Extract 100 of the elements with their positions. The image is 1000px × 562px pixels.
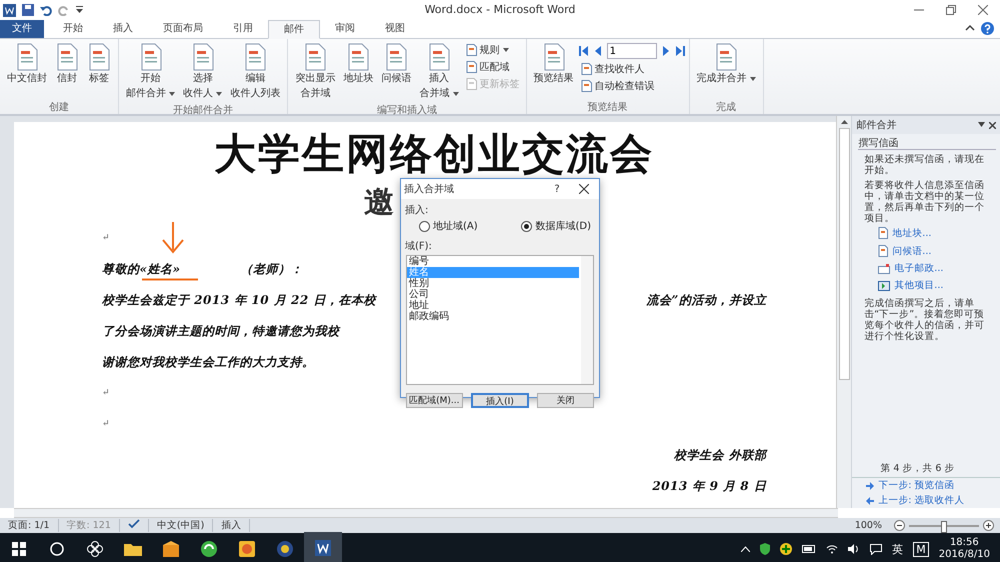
word-icon[interactable] <box>314 539 332 557</box>
insert-mode[interactable]: 插入 <box>213 519 250 532</box>
zoom-slider-thumb[interactable] <box>941 520 947 532</box>
list-item[interactable]: 公司 <box>407 289 579 300</box>
group-label: 开始邮件合并 <box>172 104 234 117</box>
document-icon <box>15 43 39 71</box>
first-record-icon[interactable] <box>578 46 588 56</box>
list-item[interactable]: 邮政编码 <box>407 311 579 322</box>
pinwheel-icon[interactable] <box>87 541 103 557</box>
ribbon-button[interactable]: 规则 <box>464 43 522 57</box>
next-record-icon[interactable] <box>662 46 671 56</box>
list-item[interactable]: 地址 <box>407 300 579 311</box>
scrollbar-thumb[interactable] <box>838 128 850 380</box>
radio-option[interactable]: 数据库域(D) <box>521 219 591 233</box>
language-indicator[interactable]: 中文(中国) <box>148 519 214 532</box>
list-item[interactable]: 性别 <box>407 278 579 289</box>
pane-link[interactable]: 问候语... <box>892 246 932 256</box>
body-text: 校学生会兹定于 2013 年 10 月 22 日，在本校 <box>102 292 376 308</box>
group-label: 预览结果 <box>586 100 629 114</box>
caret-icon <box>216 92 222 96</box>
windows-icon[interactable] <box>12 542 26 556</box>
ribbon-button[interactable]: 预览结果 <box>530 41 577 100</box>
scroll-up-icon[interactable] <box>840 120 848 124</box>
input-language[interactable]: 英 <box>892 542 904 556</box>
list-item[interactable]: 编号 <box>407 256 579 267</box>
wifi-icon[interactable] <box>826 544 838 554</box>
clock[interactable]: 18:56 2016/8/10 <box>938 537 990 561</box>
close-icon[interactable] <box>579 184 589 194</box>
ribbon-tab[interactable]: 引用 <box>218 20 268 38</box>
restore-icon[interactable] <box>946 5 956 15</box>
section-label: 插入: <box>404 204 430 217</box>
dialog-button[interactable]: 关闭 <box>537 393 594 408</box>
ribbon-button[interactable]: 查找收件人 <box>578 62 685 76</box>
help-icon[interactable] <box>981 22 994 35</box>
globe-icon[interactable] <box>200 540 218 558</box>
horizontal-scrollbar[interactable] <box>14 508 838 518</box>
word-count: 字数: 121 <box>58 519 120 532</box>
close-icon[interactable] <box>978 5 988 15</box>
save-icon[interactable] <box>22 4 34 16</box>
ribbon-tab[interactable]: 插入 <box>98 20 148 38</box>
group-label: 编写和插入域 <box>376 104 438 117</box>
ribbon-button[interactable]: 突出显示 合并域 <box>292 41 338 103</box>
close-icon[interactable] <box>989 122 996 128</box>
ribbon-button[interactable]: 编辑 收件人列表 <box>227 41 284 103</box>
zoom-level[interactable]: 100% <box>846 520 890 531</box>
ribbon-button[interactable]: 标签 <box>84 41 114 100</box>
instruction-text: 如果还未撰写信函，请现在开始。 <box>863 153 986 176</box>
right-arrow-icon <box>866 482 874 490</box>
message-icon[interactable] <box>870 544 882 554</box>
customize-icon[interactable] <box>76 6 83 14</box>
ribbon-tab[interactable]: 开始 <box>48 20 98 38</box>
ribbon-tab[interactable]: 页面布局 <box>148 20 218 38</box>
pane-link[interactable]: 地址块... <box>892 228 932 238</box>
input-mode[interactable]: M <box>913 542 929 556</box>
ribbon-button[interactable]: 信封 <box>52 41 82 100</box>
ribbon-button[interactable]: 匹配域 <box>464 60 522 74</box>
ribbon-button[interactable]: 问候语 <box>378 41 414 103</box>
dialog-button[interactable]: 插入(I) <box>470 393 530 408</box>
proofing-icon[interactable] <box>128 519 140 529</box>
ribbon-tab[interactable]: 邮件 <box>268 20 320 39</box>
step-link[interactable]: 上一步: 选取收件人 <box>878 495 965 506</box>
document-icon <box>243 43 268 71</box>
battery-icon[interactable] <box>802 545 816 553</box>
ribbon-tab[interactable]: 视图 <box>370 20 420 38</box>
scrollbar[interactable] <box>581 256 593 384</box>
step-link[interactable]: 下一步: 预览信函 <box>878 480 955 491</box>
search-icon[interactable] <box>50 542 64 556</box>
pane-link[interactable]: 其他项目... <box>894 280 944 291</box>
shield-icon[interactable] <box>760 543 770 555</box>
salutation-text: 尊敬的 <box>102 260 140 276</box>
round-badge-icon[interactable] <box>276 540 294 558</box>
ribbon-button[interactable]: 完成并合并 <box>694 41 759 100</box>
radio-option[interactable]: 地址域(A) <box>419 219 478 233</box>
ribbon-button[interactable]: 自动检查错误 <box>578 79 685 93</box>
speaker-icon[interactable] <box>848 544 860 554</box>
zoom-out-icon[interactable] <box>894 520 905 531</box>
annotation-arrow <box>161 222 185 254</box>
ribbon-button[interactable]: 中文信封 <box>4 41 50 100</box>
last-record-icon[interactable] <box>676 46 685 56</box>
folder-icon[interactable] <box>124 542 142 556</box>
ribbon-button[interactable]: 插入 合并域 <box>416 41 462 103</box>
ribbon-tab[interactable]: 审阅 <box>320 20 370 38</box>
pane-link[interactable]: 电子邮政... <box>894 263 944 274</box>
dropdown-icon[interactable] <box>978 122 985 126</box>
record-field[interactable]: 1 <box>606 43 657 59</box>
dialog-button[interactable]: 匹配域(M)... <box>406 393 463 408</box>
envelope-icon <box>878 264 890 274</box>
previous-record-icon[interactable] <box>592 46 602 56</box>
plus-icon[interactable] <box>780 543 792 555</box>
undo-icon[interactable] <box>40 4 52 16</box>
ribbon-button[interactable]: 地址块 <box>340 41 376 103</box>
ribbon-button[interactable]: 选择 收件人 <box>180 41 226 103</box>
help-button[interactable]: ? <box>545 184 569 194</box>
document-icon <box>138 43 163 71</box>
caret-icon <box>169 92 176 96</box>
ribbon-tab[interactable]: 文件 <box>0 20 44 38</box>
zoom-in-icon[interactable] <box>983 520 994 531</box>
box-icon[interactable] <box>162 541 180 557</box>
chevron-up-icon[interactable] <box>741 546 750 552</box>
ribbon-button[interactable]: 开始 邮件合并 <box>123 41 178 103</box>
